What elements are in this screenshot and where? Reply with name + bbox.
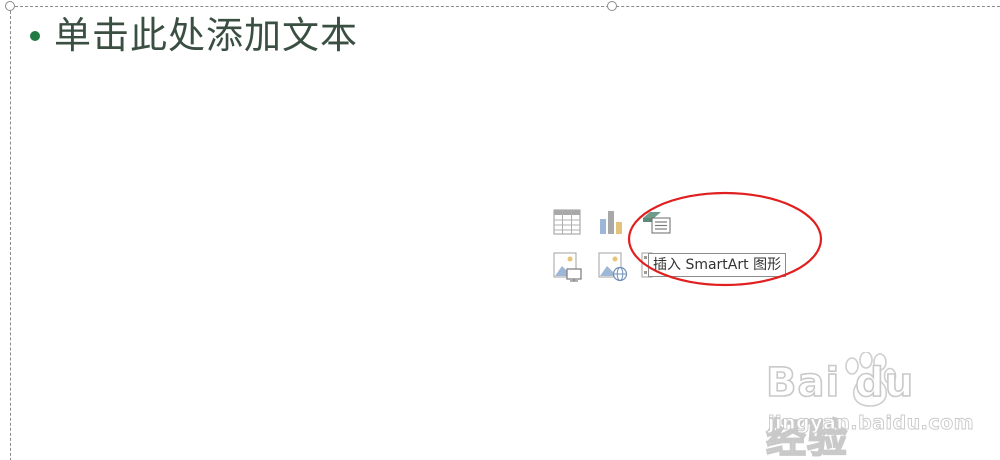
bullet-item[interactable]: 单击此处添加文本 <box>30 12 358 60</box>
picture-icon[interactable] <box>553 252 583 282</box>
resize-handle-top-middle[interactable] <box>607 1 617 11</box>
slide-canvas: 单击此处添加文本 插入 SmartArt 图形 Bai du 经验 jingya… <box>0 0 1000 460</box>
table-icon[interactable] <box>553 208 583 238</box>
red-ellipse-annotation <box>627 191 823 287</box>
bullet-dot <box>30 31 40 41</box>
placeholder-text[interactable]: 单击此处添加文本 <box>54 12 358 60</box>
online-picture-icon[interactable] <box>598 252 628 282</box>
resize-handle-top-left[interactable] <box>5 1 15 11</box>
watermark-url: jingyan.baidu.com <box>768 412 974 435</box>
watermark-brand: Bai du 经验 <box>765 359 915 460</box>
baidu-jingyan-watermark: Bai du 经验 jingyan.baidu.com <box>765 352 974 460</box>
chart-icon[interactable] <box>598 208 628 238</box>
